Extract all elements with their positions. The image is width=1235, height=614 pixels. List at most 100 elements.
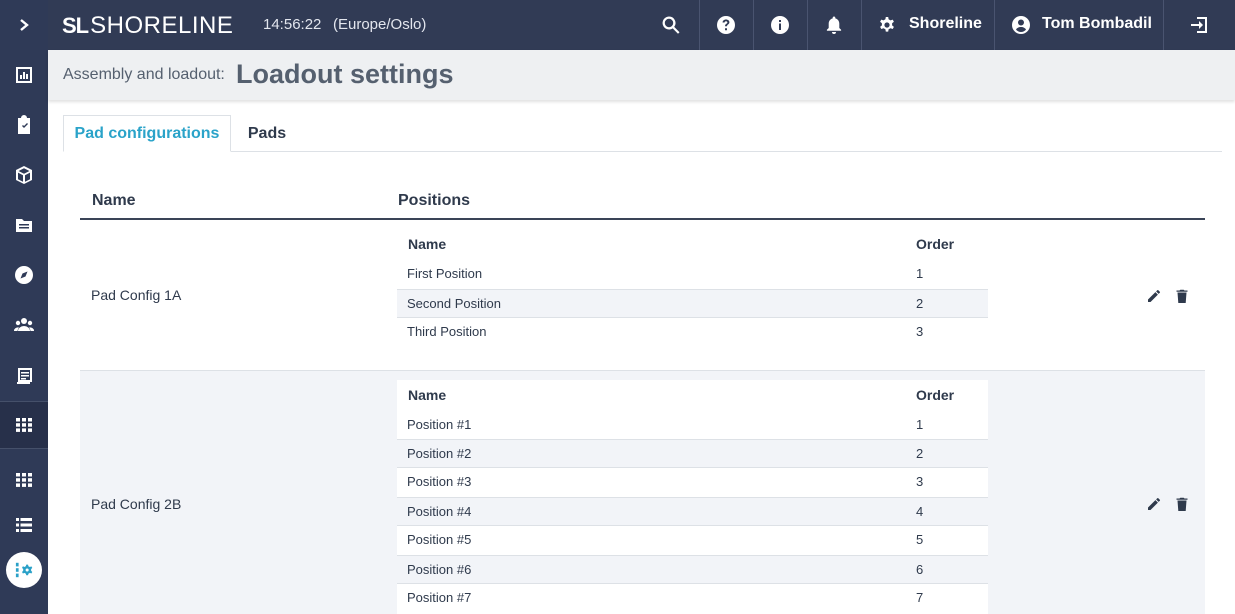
logo-text: SHORELINE — [90, 12, 234, 39]
clipboard-check-icon — [18, 115, 30, 134]
delete-button[interactable] — [1174, 496, 1190, 512]
position-order: 3 — [916, 474, 924, 489]
positions-table: Name Order Position #1 1 Position #2 2 P… — [397, 380, 988, 614]
grid-icon — [16, 473, 32, 487]
tab-pad-configurations[interactable]: Pad configurations — [63, 115, 231, 152]
sidebar-item-inventory[interactable] — [0, 152, 48, 198]
top-bar: SL SHORELINE 14:56:22 (Europe/Oslo) Shor… — [48, 0, 1235, 50]
column-header-positions[interactable]: Positions — [398, 192, 470, 210]
logo[interactable]: SL SHORELINE — [62, 12, 233, 40]
page-title: Loadout settings — [236, 59, 454, 89]
inner-header-name: Name — [408, 236, 447, 252]
info-button[interactable] — [754, 0, 806, 50]
logout-button[interactable] — [1173, 0, 1225, 50]
help-button[interactable] — [700, 0, 752, 50]
compass-icon — [15, 266, 33, 284]
bell-icon — [826, 16, 842, 34]
logout-icon — [1191, 17, 1207, 33]
sidebar-item-assembly[interactable] — [0, 402, 48, 448]
edit-icon — [1148, 289, 1161, 302]
column-header-name[interactable]: Name — [92, 192, 136, 210]
user-circle-icon — [1012, 16, 1030, 34]
position-name: Position #6 — [407, 562, 472, 577]
row-name: Pad Config 1A — [91, 287, 182, 303]
inner-header-name: Name — [408, 387, 447, 403]
position-order: 3 — [916, 324, 924, 339]
search-button[interactable] — [645, 0, 697, 50]
sidebar-item-personnel[interactable] — [0, 302, 48, 348]
page-header: Assembly and loadout: Loadout settings — [48, 50, 1235, 100]
sidebar-item-documents[interactable] — [0, 202, 48, 248]
user-avatar[interactable] — [995, 0, 1047, 50]
row-name: Pad Config 2B — [91, 496, 182, 512]
help-icon — [717, 16, 735, 34]
position-order: 2 — [916, 446, 924, 461]
position-name: Position #5 — [407, 532, 472, 547]
inner-header-order: Order — [916, 236, 955, 252]
settings-icon — [15, 562, 33, 578]
position-name: First Position — [407, 266, 483, 281]
calendar-list-icon — [15, 368, 32, 384]
edit-icon — [1148, 497, 1161, 510]
clock: 14:56:22 — [263, 16, 322, 33]
list-icon — [16, 518, 32, 532]
logo-mark: SL — [62, 13, 89, 38]
position-name: Position #4 — [407, 504, 472, 519]
delete-icon — [1176, 497, 1188, 511]
org-settings-icon-wrap[interactable] — [861, 0, 913, 50]
inner-header-order: Order — [916, 387, 955, 403]
sidebar — [0, 0, 48, 614]
position-row: Position #4 4 — [397, 497, 988, 526]
position-order: 2 — [916, 296, 924, 311]
position-order: 6 — [916, 562, 924, 577]
sidebar-item-schedule[interactable] — [0, 352, 48, 398]
position-row: Position #5 5 — [397, 526, 988, 555]
position-name: Second Position — [407, 296, 501, 311]
box-icon — [16, 166, 32, 184]
edit-button[interactable] — [1146, 288, 1162, 304]
breadcrumb: Assembly and loadout: — [63, 66, 225, 83]
position-name: Position #2 — [407, 446, 472, 461]
sidebar-item-list[interactable] — [0, 502, 48, 548]
topbar-divider — [1163, 0, 1164, 50]
position-order: 1 — [916, 417, 924, 432]
position-order: 7 — [916, 590, 924, 605]
position-name: Position #7 — [407, 590, 472, 605]
position-row: Position #1 1 — [397, 411, 988, 440]
users-icon — [14, 318, 34, 331]
sidebar-item-modules[interactable] — [0, 457, 48, 503]
position-order: 4 — [916, 504, 924, 519]
chevron-right-icon — [20, 19, 29, 31]
sidebar-divider — [0, 448, 48, 449]
tab-pads[interactable]: Pads — [232, 115, 302, 152]
sidebar-item-tasks[interactable] — [0, 102, 48, 148]
position-order: 1 — [916, 266, 924, 281]
position-row: Position #7 7 — [397, 584, 988, 613]
position-name: Position #3 — [407, 474, 472, 489]
sidebar-item-settings[interactable] — [6, 552, 42, 588]
position-row: First Position 1 — [397, 260, 988, 289]
chart-icon — [16, 67, 32, 83]
position-row: Third Position 3 — [397, 318, 988, 347]
position-order: 5 — [916, 532, 924, 547]
notifications-button[interactable] — [808, 0, 860, 50]
sidebar-item-navigation[interactable] — [0, 252, 48, 298]
timezone: (Europe/Oslo) — [333, 16, 427, 33]
position-name: Position #1 — [407, 417, 472, 432]
position-name: Third Position — [407, 324, 487, 339]
search-icon — [662, 16, 680, 34]
file-icon — [16, 219, 32, 232]
position-row: Position #2 2 — [397, 439, 988, 468]
delete-button[interactable] — [1174, 288, 1190, 304]
org-label[interactable]: Shoreline — [909, 15, 982, 33]
position-row: Position #3 3 — [397, 468, 988, 497]
expand-sidebar-button[interactable] — [0, 2, 48, 48]
position-row: Second Position 2 — [397, 289, 988, 318]
position-row: Position #6 6 — [397, 555, 988, 584]
user-name[interactable]: Tom Bombadil — [1042, 15, 1152, 33]
sidebar-item-reports[interactable] — [0, 52, 48, 98]
edit-button[interactable] — [1146, 496, 1162, 512]
info-icon — [771, 16, 789, 34]
grid-icon — [16, 418, 32, 432]
delete-icon — [1176, 289, 1188, 303]
